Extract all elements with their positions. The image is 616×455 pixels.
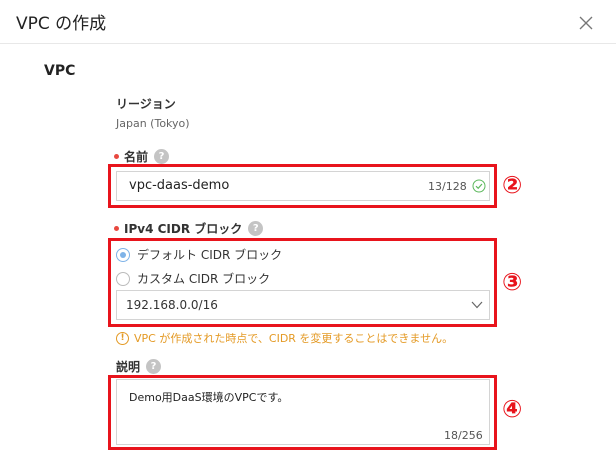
description-label: 説明 ? [116,358,162,375]
help-icon[interactable]: ? [146,359,162,374]
section-title: VPC [44,63,76,79]
name-label-text: 名前 [124,150,149,164]
help-icon[interactable]: ? [154,149,170,164]
region-value: Japan (Tokyo) [116,117,190,130]
required-indicator [114,154,119,159]
dialog-header: VPC の作成 [0,0,616,44]
highlight-box-name [108,164,497,208]
cidr-warning: ! VPC が作成された時点で、CIDR を変更することはできません。 [116,330,453,346]
cidr-label-text: IPv4 CIDR ブロック [124,222,243,236]
highlight-box-cidr [108,238,497,327]
name-label: 名前 ? [114,148,170,165]
annotation-step-3: ③ [502,268,523,296]
annotation-step-2: ② [502,171,523,199]
close-icon[interactable] [578,15,594,31]
region-label: リージョン [116,95,176,112]
dialog-title: VPC の作成 [16,14,107,34]
highlight-box-description [108,375,497,450]
warning-icon: ! [116,331,129,345]
annotation-step-4: ④ [502,395,523,423]
cidr-label: IPv4 CIDR ブロック ? [114,220,264,237]
cidr-warning-text: VPC が作成された時点で、CIDR を変更することはできません。 [134,332,454,345]
required-indicator [114,226,119,231]
region-label-text: リージョン [116,97,176,111]
description-label-text: 説明 [116,360,141,374]
help-icon[interactable]: ? [248,221,264,236]
